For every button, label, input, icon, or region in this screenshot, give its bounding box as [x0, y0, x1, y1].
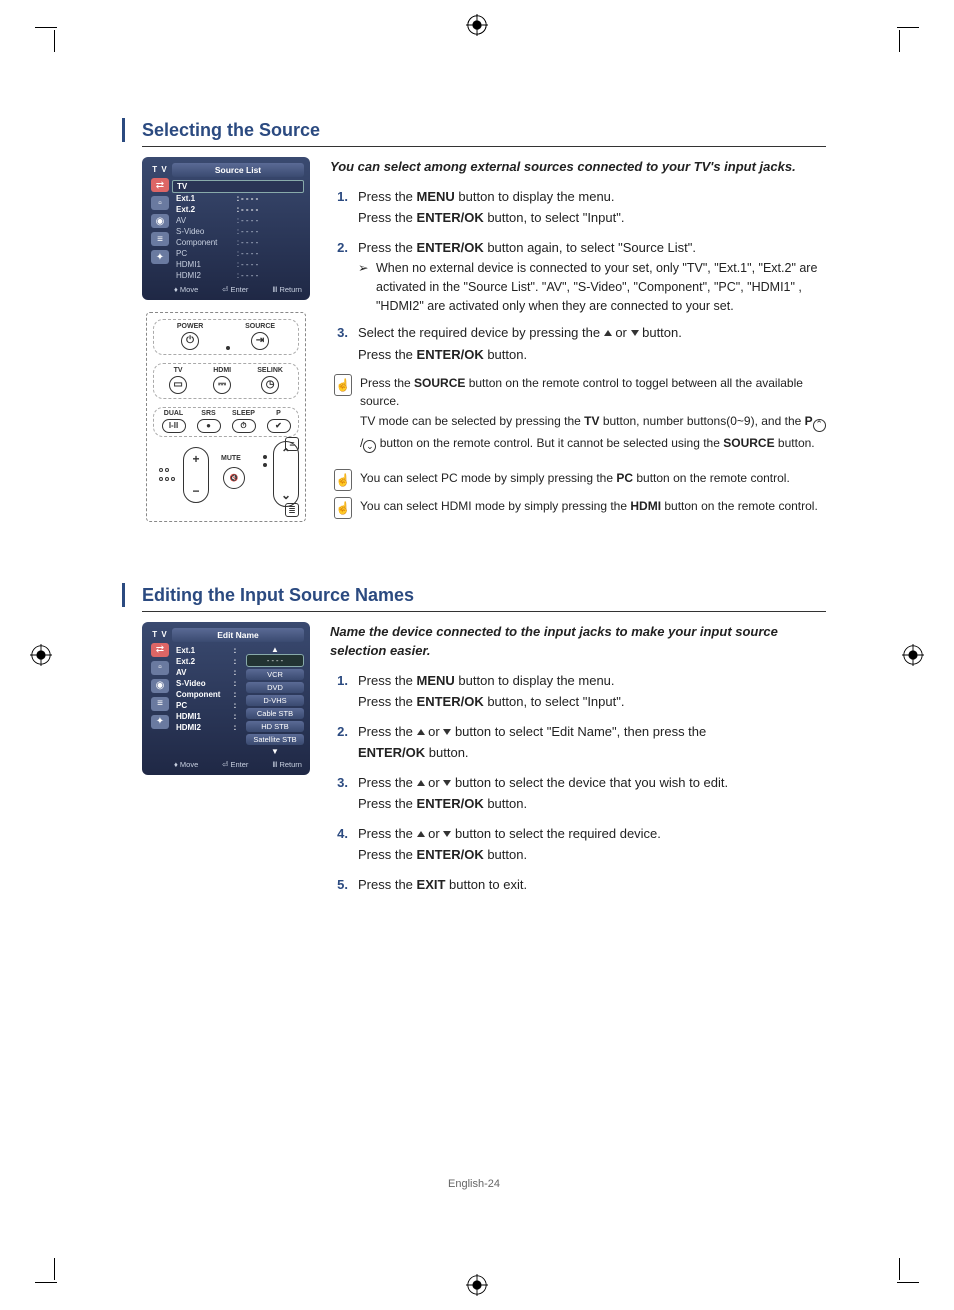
step-4: 4. Press the or button to select the req… [330, 824, 826, 867]
hand-note-icon: ☝ [334, 469, 352, 491]
heading-title: Editing the Input Source Names [142, 585, 826, 612]
hand-note-icon: ☝ [334, 497, 352, 519]
section-selecting-source: Selecting the Source T V ⇄ ▫ ◉ ≡ ✦ [122, 120, 826, 525]
up-arrow-icon [417, 831, 425, 837]
crop-mark [54, 30, 55, 52]
note-source-button: ☝ Press the SOURCE button on the remote … [334, 374, 826, 455]
dual-button-icon: I-II [162, 419, 186, 433]
registration-mark-icon [466, 14, 488, 36]
note-pc-button: ☝ You can select PC mode by simply press… [334, 469, 826, 491]
hdmi-icon: ⎓ [213, 376, 231, 394]
osd-footer-enter: ⏎ Enter [222, 285, 248, 294]
volume-rocker-icon: +− [183, 447, 209, 503]
crop-mark [897, 27, 919, 28]
osd-nav-label: T V [152, 165, 167, 174]
step-2: 2. Press the or button to select "Edit N… [330, 722, 826, 765]
srs-button-icon: ● [197, 419, 221, 433]
osd-footer-return: Ⅲ Return [272, 285, 302, 294]
intro-text: You can select among external sources co… [330, 157, 826, 177]
crop-mark [899, 1258, 900, 1280]
teletext-icon: ≣ [285, 503, 299, 517]
step-3: 3. Press the or button to select the dev… [330, 773, 826, 816]
step-1: 1. Press the MENU button to display the … [330, 671, 826, 714]
osd-nav-picture-icon: ▫ [151, 196, 169, 210]
tv-icon: ▭ [169, 376, 187, 394]
remote-illustration: POWER⏻ SOURCE⇥ TV▭ HDMI⎓ SELINK◷ DUALI-I… [146, 312, 306, 522]
up-arrow-icon [417, 780, 425, 786]
osd-footer-enter: ⏎ Enter [222, 760, 248, 769]
section-heading: Editing the Input Source Names [122, 585, 826, 612]
p-button-icon: ✔ [267, 419, 291, 433]
osd-nav-channel-icon: ≡ [151, 697, 169, 711]
crop-mark [35, 27, 57, 28]
power-icon: ⏻ [181, 332, 199, 350]
osd-edit-name: T V ⇄ ▫ ◉ ≡ ✦ Edit Name Ext.1: [142, 622, 310, 775]
up-arrow-icon [604, 330, 612, 336]
osd-nav-setup-icon: ✦ [151, 715, 169, 729]
osd-title: Source List [172, 163, 304, 177]
step-1: 1. Press the MENU button to display the … [330, 187, 826, 230]
intro-text: Name the device connected to the input j… [330, 622, 826, 661]
osd-footer-return: Ⅲ Return [272, 760, 302, 769]
step-2: 2. Press the ENTER/OK button again, to s… [330, 238, 826, 316]
hand-note-icon: ☝ [334, 374, 352, 396]
osd-source-list: T V ⇄ ▫ ◉ ≡ ✦ Source List TV Ext.1:- - -… [142, 157, 310, 300]
step-5: 5. Press the EXIT button to exit. [330, 875, 826, 897]
mute-icon: 🔇 [223, 467, 245, 489]
chevron-icon: ➢ [358, 259, 370, 315]
osd-up-arrow-icon: ▲ [246, 645, 304, 654]
registration-mark-icon [30, 644, 52, 666]
p-down-icon: ⌄ [363, 440, 376, 453]
p-up-icon: ⌃ [813, 419, 826, 432]
selink-icon: ◷ [261, 376, 279, 394]
registration-mark-icon [902, 644, 924, 666]
osd-nav-sound-icon: ◉ [151, 679, 169, 693]
registration-mark-icon [466, 1274, 488, 1296]
osd-nav-input-icon: ⇄ [151, 643, 169, 657]
section-editing-names: Editing the Input Source Names T V ⇄ ▫ ◉… [122, 585, 826, 905]
osd-nav-channel-icon: ≡ [151, 232, 169, 246]
source-icon: ⇥ [251, 332, 269, 350]
osd-nav-input-icon: ⇄ [151, 178, 169, 192]
crop-mark [899, 30, 900, 52]
osd-down-arrow-icon: ▼ [246, 747, 304, 756]
osd-nav-sound-icon: ◉ [151, 214, 169, 228]
osd-nav-label: T V [152, 630, 167, 639]
osd-footer-move: ♦ Move [174, 760, 198, 769]
teletext-icon: ≡ [285, 437, 299, 451]
heading-title: Selecting the Source [142, 120, 826, 147]
osd-nav-picture-icon: ▫ [151, 661, 169, 675]
osd-footer-move: ♦ Move [174, 285, 198, 294]
down-arrow-icon [631, 330, 639, 336]
sleep-button-icon: ⏱ [232, 419, 256, 433]
step-3: 3. Select the required device by pressin… [330, 323, 826, 366]
crop-mark [54, 1258, 55, 1280]
page-content: Selecting the Source T V ⇄ ▫ ◉ ≡ ✦ [122, 120, 826, 1190]
crop-mark [897, 1282, 919, 1283]
page-footer: English-24 [122, 1178, 826, 1190]
up-arrow-icon [417, 729, 425, 735]
osd-title: Edit Name [172, 628, 304, 642]
crop-mark [35, 1282, 57, 1283]
osd-nav-setup-icon: ✦ [151, 250, 169, 264]
note-hdmi-button: ☝ You can select HDMI mode by simply pre… [334, 497, 826, 519]
section-heading: Selecting the Source [122, 120, 826, 147]
